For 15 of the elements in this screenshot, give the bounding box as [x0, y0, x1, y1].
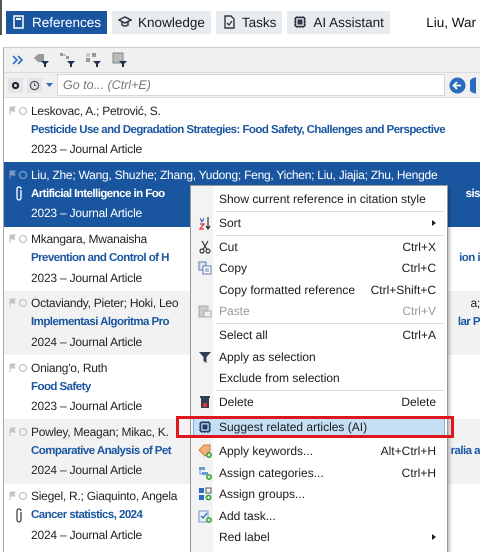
reference-year-type: 2024 – Journal Article — [31, 334, 142, 349]
reference-authors: Octaviandy, Pieter; Hoki, Leo — [31, 296, 178, 310]
reference-year-type: 2023 – Journal Article — [31, 399, 142, 414]
reference-authors: Mkangara, Mwanaisha — [31, 232, 147, 246]
reference-year-type: 2023 – Journal Article — [31, 142, 142, 156]
reference-year-type: 2024 – Journal Article — [31, 528, 142, 542]
reference-authors: Oniang'o, Ruth — [31, 360, 108, 375]
reference-year-type: 2023 – Journal Article — [31, 270, 142, 285]
reference-authors: Siegel, R.; Giaquinto, Angela — [31, 489, 178, 504]
reference-authors: Liu, Zhe; Wang, Shuzhe; Zhang, Yudong; Feng, Yichen; Liu, Jiajia; Zhu, Hengde — [31, 168, 438, 182]
reference-authors: a; — [470, 296, 480, 310]
reference-year-type: 2024 – Journal Article — [31, 463, 142, 478]
reference-authors: Leskovac, A.; Petrović, S. — [31, 104, 161, 118]
reference-year-type: 2023 – Journal Article — [31, 206, 142, 220]
reference-authors: Powley, Meagan; Mikac, K. — [31, 424, 169, 439]
